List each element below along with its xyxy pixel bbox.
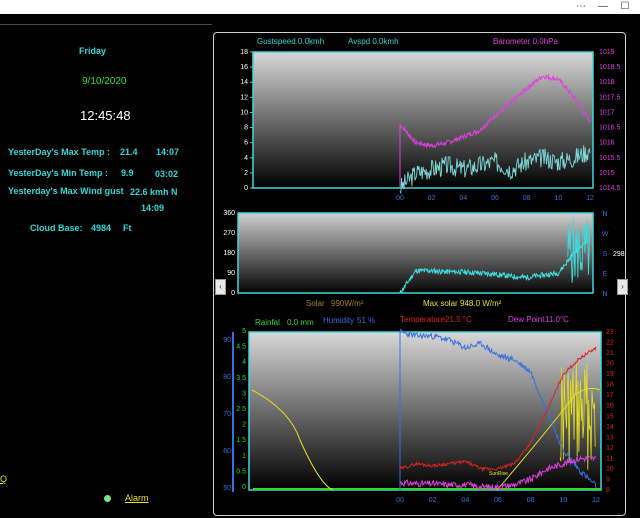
chart3-x-tick: 12	[592, 497, 600, 504]
chart1-left-tick: 6	[244, 140, 248, 147]
chart3-temp-tick: 19	[606, 371, 614, 378]
chart3-rain-tick: 4.5	[236, 344, 246, 351]
rain-legend: Rainfal	[255, 318, 280, 327]
chart1-right-tick: 1015	[599, 170, 615, 177]
chart3-temp-tick: 18	[606, 382, 614, 389]
chart3-rain-tick: 5	[242, 328, 246, 335]
chart1-x-tick: 12	[586, 195, 594, 202]
chart3-temp-tick: 20	[606, 361, 614, 368]
chart3-rain-tick: 3	[242, 390, 246, 397]
chart1-right-tick: 1016.5	[599, 125, 621, 132]
chart3-rain-tick: 0	[242, 484, 246, 491]
chart1-right-tick: 1018.5	[599, 64, 621, 71]
chart3-x-tick: 08	[527, 497, 535, 504]
chart1-left-tick: 16	[240, 64, 248, 71]
chart2-left-tick: 90	[227, 270, 235, 277]
chart1-right-tick: 1017	[599, 109, 615, 116]
chart3-temp-tick: 16	[606, 403, 614, 410]
avg-legend: Avspd 0.0kmh	[348, 37, 399, 46]
chart3-rain-tick: 2	[242, 422, 246, 429]
chart3-rain-tick: 1	[242, 453, 246, 460]
chart1-left-tick: 18	[240, 49, 248, 56]
dew-legend: Dew Point	[508, 315, 545, 324]
humidity-legend-value: 51 %	[357, 316, 375, 325]
solar-label: Solar	[306, 299, 325, 308]
dew-legend-value: 11.0°C	[545, 315, 569, 324]
sunrise-annotation: SunRise	[489, 471, 508, 477]
chart1-left-tick: 0	[244, 185, 248, 192]
max-solar-value: 948.0 W/m²	[460, 299, 502, 308]
chart1-x-tick: 06	[491, 195, 499, 202]
chart3-humidity-tick: 80	[223, 374, 231, 381]
chart2-right-tick: N	[602, 211, 607, 218]
chart3-temp-tick: 17	[606, 392, 614, 399]
chart3-humidity-tick: 50	[223, 485, 231, 492]
gust-legend: Gustspeed 0.0kmh	[257, 37, 324, 46]
chart3-temp-tick: 10	[606, 466, 614, 473]
chart2-plot-area	[237, 212, 594, 294]
chart2-right-value: 298	[613, 251, 625, 258]
chart3-temp-tick: 22	[606, 340, 614, 347]
chart1-right-tick: 1015.5	[599, 155, 621, 162]
chart1-x-tick: 08	[523, 195, 531, 202]
chart1-left-tick: 4	[244, 155, 248, 162]
chart3-x-tick: 10	[559, 497, 567, 504]
chart2-right-tick: W	[602, 231, 609, 238]
chart1-x-tick: 02	[428, 195, 436, 202]
chart3-rain-tick: 4	[242, 359, 246, 366]
max-solar-label: Max solar	[423, 299, 458, 308]
chart3-humidity-tick: 70	[223, 411, 231, 418]
chart3-temp-tick: 8	[606, 487, 610, 494]
chart1-x-tick: 00	[396, 195, 404, 202]
chart2-right-tick: E	[603, 271, 608, 278]
chart3-temp-tick: 15	[606, 413, 614, 420]
chart3-x-tick: 04	[461, 497, 469, 504]
chart3-temp-tick: 21	[606, 350, 614, 357]
chart1-left-tick: 8	[244, 125, 248, 132]
chart3-temp-tick: 11	[606, 455, 613, 462]
chart3-x-tick: 02	[429, 497, 437, 504]
chart2-right-tick: N	[602, 291, 607, 298]
chart3-temp-tick: 23	[606, 329, 614, 336]
chart3-temp-tick: 9	[606, 476, 610, 483]
chart3-humidity-tick: 60	[223, 448, 231, 455]
temp-legend-value: 21.5 °C	[445, 315, 472, 324]
baro-legend: Barometer 0.0hPa	[493, 37, 558, 46]
chart3-x-tick: 00	[396, 497, 404, 504]
chart3-x-tick: 06	[494, 497, 502, 504]
charts-svg: Gustspeed 0.0kmh Avspd 0.0kmh Barometer …	[223, 37, 625, 504]
chart3-temp-tick: 12	[606, 445, 614, 452]
chart2-left-tick: 0	[231, 290, 235, 297]
chart1-right-tick: 1016	[599, 140, 615, 147]
chart3-rain-tick: 3.5	[236, 375, 246, 382]
chart3-rain-tick: 2.5	[236, 406, 246, 413]
chart1-left-tick: 12	[240, 94, 248, 101]
chart3-rain-tick: 0.5	[236, 468, 246, 475]
chart2-left-tick: 180	[223, 250, 235, 257]
chart1-left-tick: 2	[244, 170, 248, 177]
chart3-plot-area	[248, 331, 602, 491]
chart1-right-tick: 1014.5	[599, 185, 621, 192]
solar-value: 990W/m²	[331, 299, 364, 308]
rain-legend-value: 0.0 mm	[287, 318, 314, 327]
chart1-left-tick: 10	[240, 109, 248, 116]
chart1-left-tick: 14	[240, 79, 248, 86]
chart1-right-tick: 1019	[599, 49, 615, 56]
chart3-temp-tick: 13	[606, 434, 614, 441]
chart1-right-tick: 1018	[599, 79, 615, 86]
chart1-right-tick: 1017.5	[599, 94, 621, 101]
humidity-legend: Humidity	[323, 316, 354, 325]
chart2-right-tick: S	[603, 251, 608, 258]
chart2-left-tick: 270	[223, 230, 235, 237]
chart3-humidity-tick: 90	[223, 337, 231, 344]
temp-legend: Temperature	[400, 315, 445, 324]
chart3-rain-tick: 1.5	[236, 437, 246, 444]
chart3-temp-tick: 14	[606, 424, 614, 431]
chart1-x-tick: 10	[554, 195, 562, 202]
chart2-left-tick: 360	[223, 210, 235, 217]
chart1-x-tick: 04	[459, 195, 467, 202]
